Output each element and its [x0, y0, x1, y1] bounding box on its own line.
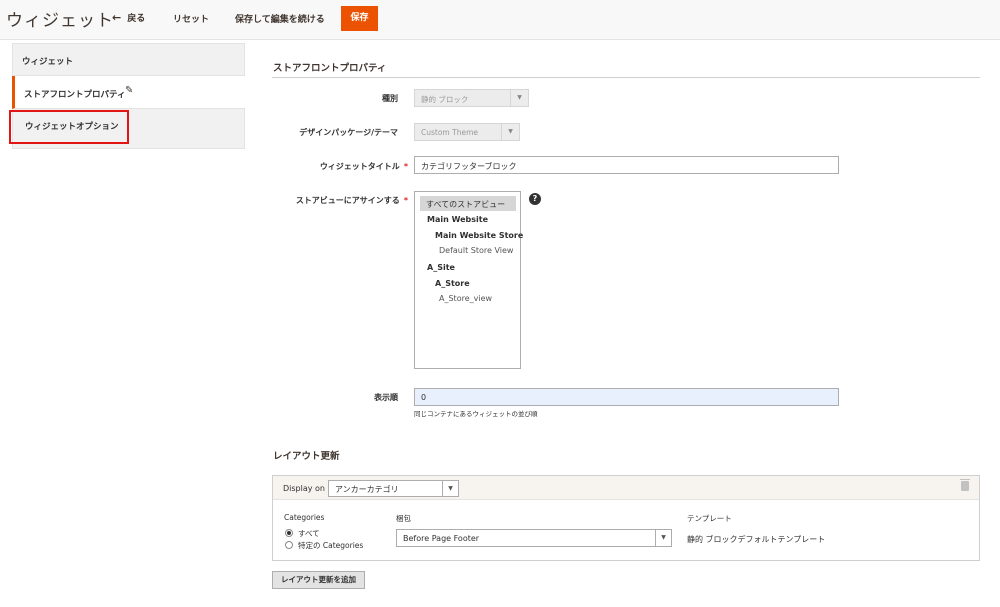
theme-select[interactable]: Custom Theme ▼	[414, 123, 520, 141]
radio-all[interactable]	[285, 529, 293, 537]
save-button[interactable]: 保存	[341, 6, 378, 31]
type-select[interactable]: 静的 ブロック ▼	[414, 89, 529, 107]
radio-all-label: すべて	[298, 529, 320, 538]
chevron-down-icon: ▼	[655, 530, 671, 546]
store-option-a-store: A_Store	[435, 279, 470, 288]
store-option-main-website-store: Main Website Store	[435, 231, 524, 240]
widget-title-label-text: ウィジェットタイトル	[319, 162, 400, 171]
back-button-label: 戻る	[127, 14, 146, 24]
type-label: 種別	[382, 94, 398, 103]
chevron-down-icon: ▼	[501, 124, 519, 140]
section-title-layout: レイアウト更新	[273, 451, 340, 462]
arrow-left-icon: ←	[112, 11, 122, 24]
radio-specific[interactable]	[285, 541, 293, 549]
chevron-down-icon: ▼	[442, 481, 458, 496]
display-on-label: Display on	[283, 484, 325, 493]
sort-order-input[interactable]: 0	[414, 388, 839, 406]
section-divider	[272, 77, 980, 78]
widget-title-label: ウィジェットタイトル *	[208, 161, 408, 172]
container-label: 梱包	[396, 514, 411, 523]
store-option-a-site: A_Site	[427, 263, 455, 272]
required-asterisk: *	[403, 162, 408, 171]
page-header: ウィジェット ← 戻る リセット 保存して編集を続ける 保存	[0, 0, 1000, 40]
assign-store-label: ストアビューにアサインする *	[208, 195, 408, 206]
store-option-a-store-view[interactable]: A_Store_view	[439, 294, 492, 303]
sort-order-label: 表示順	[374, 393, 398, 402]
display-on-select[interactable]: アンカーカテゴリ ▼	[328, 480, 459, 497]
save-and-continue-button[interactable]: 保存して編集を続ける	[235, 12, 325, 25]
help-icon[interactable]: ?	[529, 193, 541, 205]
highlight-box	[9, 110, 129, 144]
theme-select-value: Custom Theme	[421, 128, 478, 137]
theme-label: デザインパッケージ/テーマ	[299, 128, 398, 137]
add-layout-update-button[interactable]: レイアウト更新を追加	[272, 571, 365, 589]
sidebar-heading: ウィジェット	[12, 43, 245, 76]
container-select-value: Before Page Footer	[403, 534, 480, 543]
categories-label: Categories	[284, 513, 325, 522]
template-value: 静的 ブロックデフォルトテンプレート	[687, 535, 826, 544]
assign-store-label-text: ストアビューにアサインする	[295, 196, 400, 205]
container-select[interactable]: Before Page Footer ▼	[396, 529, 672, 547]
reset-button[interactable]: リセット	[173, 12, 209, 25]
widget-title-input[interactable]: カテゴリフッターブロック	[414, 156, 839, 174]
store-option-main-website: Main Website	[427, 215, 489, 224]
required-asterisk: *	[403, 196, 408, 205]
store-option-all[interactable]: すべてのストアビュー	[420, 196, 516, 211]
store-option-default-store-view[interactable]: Default Store View	[439, 246, 513, 255]
store-view-multiselect[interactable]: すべてのストアビュー Main Website Main Website Sto…	[414, 191, 524, 369]
sort-order-note: 同じコンテナにあるウィジェットの並び順	[414, 410, 538, 418]
layout-update-panel: Display on アンカーカテゴリ ▼ Categories すべて 特定の…	[272, 475, 980, 561]
template-label: テンプレート	[687, 514, 732, 523]
back-button[interactable]: ← 戻る	[112, 11, 145, 24]
display-on-value: アンカーカテゴリ	[335, 485, 399, 494]
type-select-value: 静的 ブロック	[421, 95, 469, 104]
pencil-icon: ✎	[125, 85, 134, 96]
layout-update-panel-header: Display on アンカーカテゴリ ▼	[273, 476, 979, 500]
radio-specific-label: 特定の Categories	[298, 541, 364, 550]
sidebar-item-label: ストアフロントプロパティ	[24, 90, 126, 100]
trash-icon[interactable]	[960, 479, 970, 491]
section-title-storefront: ストアフロントプロパティ	[273, 63, 387, 74]
chevron-down-icon: ▼	[510, 90, 528, 106]
page-title: ウィジェット	[6, 11, 114, 31]
